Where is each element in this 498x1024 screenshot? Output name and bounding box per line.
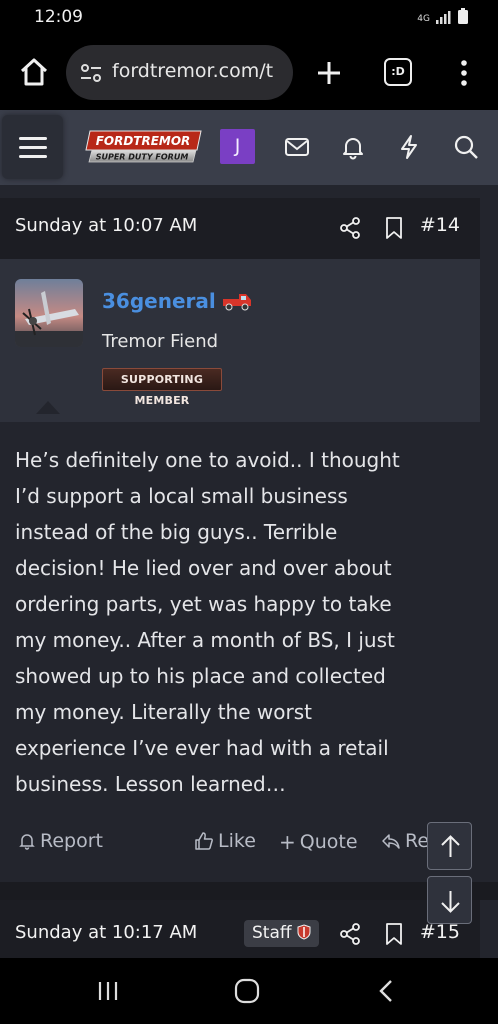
author-name[interactable]: 36general bbox=[102, 289, 216, 313]
back-icon[interactable] bbox=[372, 976, 402, 1006]
thumbs-up-icon bbox=[195, 832, 213, 850]
bell-icon bbox=[19, 834, 35, 850]
bookmark-icon[interactable] bbox=[382, 922, 406, 946]
battery-icon bbox=[458, 8, 468, 24]
site-logo[interactable]: FORDTREMOR SUPER DUTY FORUM bbox=[84, 130, 202, 164]
message-arrow bbox=[36, 401, 60, 414]
post-divider bbox=[0, 882, 498, 900]
like-button[interactable]: Like bbox=[194, 830, 256, 852]
more-options-icon[interactable] bbox=[457, 58, 471, 88]
post-actions: Report Like + Quote Reply bbox=[0, 822, 480, 862]
arrow-down-icon bbox=[441, 891, 460, 913]
thread-content: Sunday at 10:07 AM #14 36general Tremor … bbox=[0, 185, 498, 958]
share-icon[interactable] bbox=[338, 216, 362, 240]
staff-label: Staff bbox=[252, 923, 292, 943]
bell-icon[interactable] bbox=[340, 134, 366, 160]
post-date[interactable]: Sunday at 10:07 AM bbox=[15, 215, 197, 236]
next-post-date[interactable]: Sunday at 10:17 AM bbox=[15, 922, 197, 943]
system-icons: 4G bbox=[417, 8, 468, 24]
bookmark-icon[interactable] bbox=[382, 216, 406, 240]
truck-icon bbox=[223, 294, 251, 311]
like-label: Like bbox=[218, 830, 256, 852]
author-title: Tremor Fiend bbox=[102, 331, 219, 352]
status-time: 12:09 bbox=[34, 7, 83, 27]
network-type-icon: 4G bbox=[417, 14, 430, 24]
scroll-up-button[interactable] bbox=[427, 822, 472, 870]
next-post-header: Sunday at 10:17 AM Staff #15 bbox=[0, 900, 480, 958]
site-header: FORDTREMOR SUPER DUTY FORUM J bbox=[0, 110, 498, 185]
scroll-down-button[interactable] bbox=[427, 876, 472, 924]
signal-icon bbox=[436, 11, 451, 24]
site-settings-icon[interactable] bbox=[80, 63, 102, 83]
logo-main-text: FORDTREMOR bbox=[96, 134, 191, 148]
address-bar[interactable]: fordtremor.com/t bbox=[66, 45, 293, 100]
author-avatar[interactable] bbox=[15, 279, 83, 347]
post-header: Sunday at 10:07 AM #14 bbox=[0, 198, 480, 259]
shield-icon bbox=[297, 924, 311, 940]
logo-sub-text: SUPER DUTY FORUM bbox=[96, 153, 189, 162]
search-icon[interactable] bbox=[453, 134, 479, 160]
system-navigation-bar bbox=[0, 958, 498, 1024]
share-icon[interactable] bbox=[338, 922, 362, 946]
staff-badge: Staff bbox=[244, 920, 319, 947]
plus-icon: + bbox=[279, 830, 296, 854]
tab-switcher-button[interactable]: :D bbox=[384, 58, 412, 86]
report-button[interactable]: Report bbox=[18, 830, 103, 852]
browser-toolbar: fordtremor.com/t :D bbox=[0, 36, 498, 110]
report-label: Report bbox=[40, 830, 103, 852]
url-text[interactable]: fordtremor.com/t bbox=[112, 60, 284, 82]
supporting-member-badge: SUPPORTING MEMBER bbox=[102, 368, 222, 407]
reply-icon bbox=[382, 834, 400, 849]
recent-apps-icon[interactable] bbox=[94, 976, 124, 1006]
user-avatar[interactable]: J bbox=[220, 129, 255, 164]
inbox-icon[interactable] bbox=[284, 134, 310, 160]
hamburger-menu-button[interactable] bbox=[2, 115, 63, 179]
reply-button[interactable]: Reply bbox=[381, 830, 433, 852]
home-nav-icon[interactable] bbox=[232, 976, 262, 1006]
post-body: He’s definitely one to avoid.. I thought… bbox=[15, 448, 400, 796]
quote-label: Quote bbox=[299, 831, 358, 853]
quote-button[interactable]: + Quote bbox=[279, 830, 358, 854]
lightning-icon[interactable] bbox=[396, 134, 422, 160]
status-bar: 12:09 4G bbox=[0, 0, 498, 36]
home-icon[interactable] bbox=[18, 56, 50, 88]
post-number[interactable]: #14 bbox=[420, 214, 460, 236]
post-author-block: 36general Tremor Fiend SUPPORTING MEMBER bbox=[0, 259, 480, 422]
new-tab-icon[interactable] bbox=[314, 58, 344, 88]
arrow-up-icon bbox=[441, 835, 460, 857]
